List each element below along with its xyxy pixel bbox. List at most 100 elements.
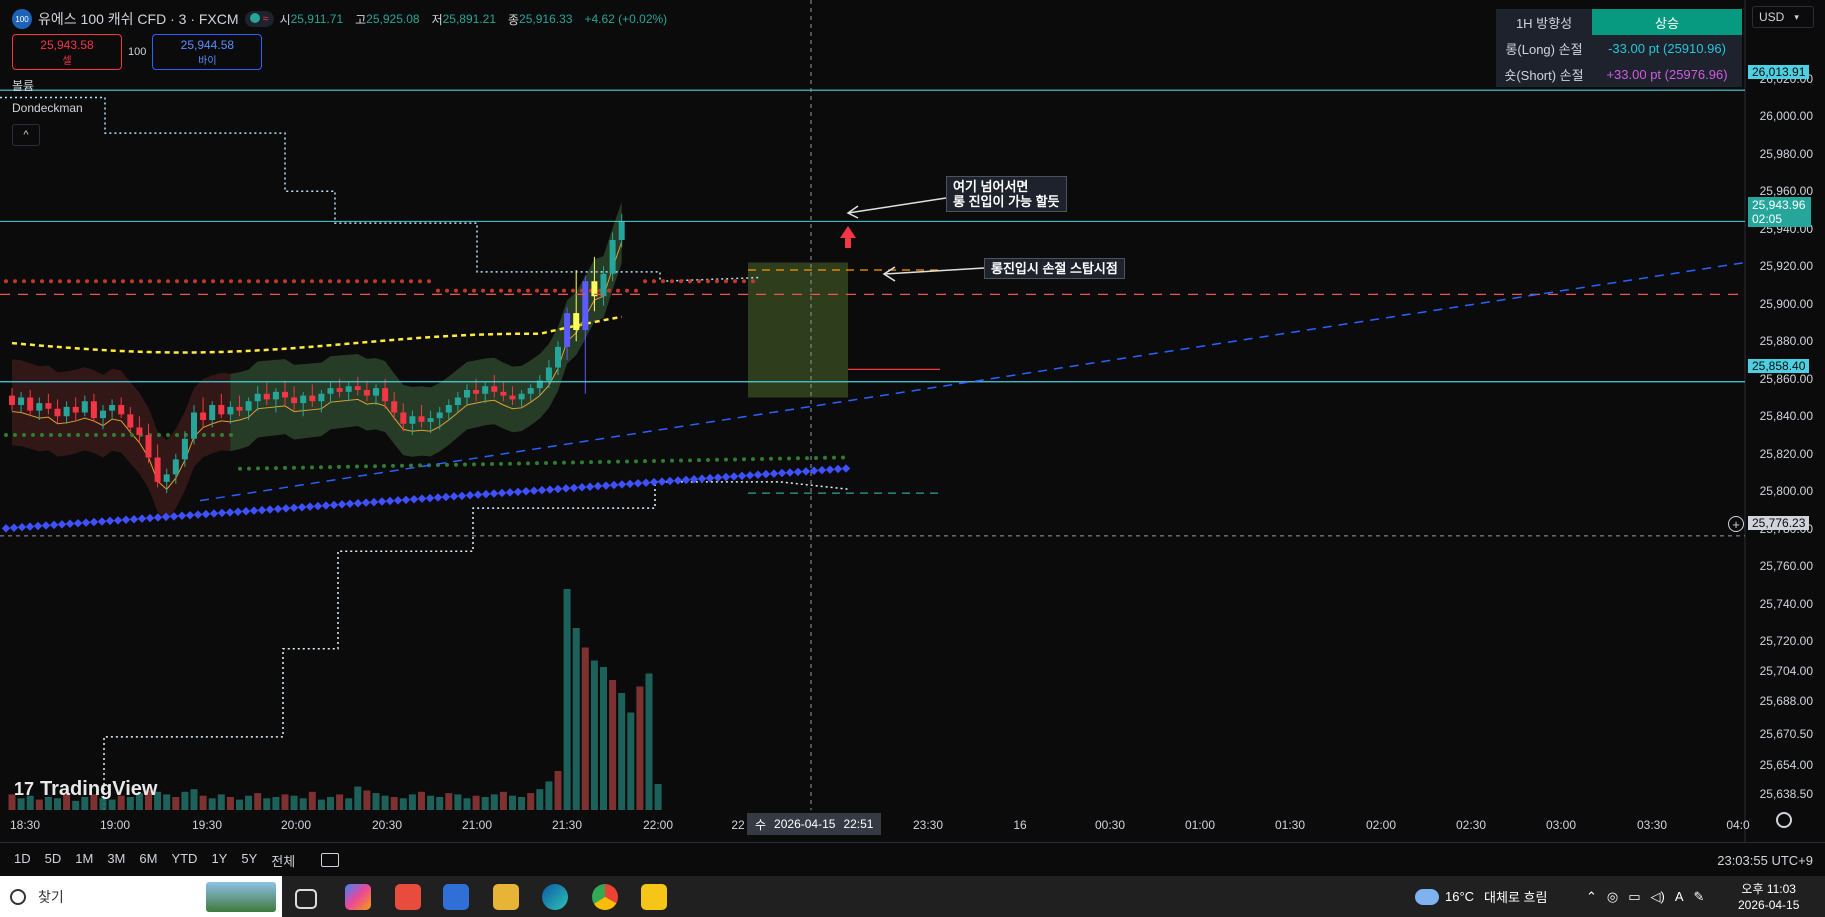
highlight-box bbox=[748, 262, 848, 398]
red-dot bbox=[301, 279, 305, 284]
candle-body bbox=[236, 406, 243, 411]
candle-body bbox=[154, 457, 161, 482]
copilot-icon[interactable] bbox=[345, 884, 371, 910]
annotation-entry-note[interactable]: 여기 넘어서면 롱 진입이 가능 할듯 bbox=[946, 176, 1067, 212]
range-button-5D[interactable]: 5D bbox=[45, 851, 62, 870]
add-alert-icon[interactable]: + bbox=[1728, 516, 1744, 532]
volume-bar bbox=[427, 795, 435, 810]
red-dot bbox=[679, 279, 683, 284]
green-dot bbox=[337, 464, 341, 469]
candle-body bbox=[81, 401, 88, 413]
file-explorer-icon[interactable] bbox=[493, 884, 519, 910]
legend-indicator[interactable]: Dondeckman bbox=[12, 101, 83, 115]
volume-bar bbox=[263, 798, 271, 810]
buy-button[interactable]: 25,944.58 바이 bbox=[152, 34, 263, 70]
green-dot bbox=[418, 463, 422, 468]
pen-icon[interactable]: ✎ bbox=[1694, 889, 1705, 905]
sell-button[interactable]: 25,943.58 셀 bbox=[12, 34, 122, 70]
candle-body bbox=[254, 393, 261, 402]
price-tick-label: 25,760.00 bbox=[1759, 559, 1813, 574]
edge-icon[interactable] bbox=[542, 884, 568, 910]
network-icon[interactable]: ▭ bbox=[1628, 889, 1640, 905]
volume-bar bbox=[290, 795, 298, 810]
direction-header-value: 상승 bbox=[1592, 9, 1742, 35]
candle-body bbox=[327, 388, 334, 394]
sell-label: 셀 bbox=[62, 55, 72, 67]
time-tick-label: 16 bbox=[1013, 818, 1027, 832]
chart-clock[interactable]: 23:03:55 UTC+9 bbox=[1717, 853, 1813, 868]
volume-bar bbox=[609, 680, 617, 810]
red-dot bbox=[742, 279, 746, 284]
range-button-1D[interactable]: 1D bbox=[14, 851, 31, 870]
compare-icon[interactable] bbox=[321, 853, 340, 867]
price-chart[interactable] bbox=[0, 0, 1825, 842]
red-dot bbox=[103, 279, 107, 284]
range-button-1M[interactable]: 1M bbox=[75, 851, 93, 870]
price-label-support: 25,858.40 bbox=[1748, 359, 1810, 373]
volume-bar bbox=[481, 797, 489, 810]
collapse-legend-button[interactable]: ^ bbox=[12, 124, 40, 146]
volume-icon[interactable]: ◁) bbox=[1651, 889, 1665, 905]
weather-widget[interactable]: 16°C 대체로 흐림 bbox=[1415, 876, 1547, 917]
chrome-icon[interactable] bbox=[592, 884, 618, 910]
trade-quantity[interactable]: 100 bbox=[128, 46, 146, 58]
price-tick-label: 25,860.00 bbox=[1759, 371, 1813, 386]
red-dot bbox=[211, 279, 215, 284]
red-dot bbox=[58, 279, 62, 284]
candle-body bbox=[36, 403, 43, 411]
range-button-YTD[interactable]: YTD bbox=[171, 851, 197, 870]
green-dot bbox=[103, 433, 107, 437]
candle-body bbox=[564, 313, 571, 347]
volume-bar bbox=[345, 798, 353, 810]
candle-body bbox=[454, 397, 461, 405]
range-button-1Y[interactable]: 1Y bbox=[211, 851, 227, 870]
range-button-6M[interactable]: 6M bbox=[139, 851, 157, 870]
volume-bar bbox=[563, 589, 571, 810]
red-dot bbox=[373, 279, 377, 284]
market-status-dot[interactable]: ≈ bbox=[244, 11, 274, 27]
price-tick-label: 25,900.00 bbox=[1759, 296, 1813, 311]
green-dot bbox=[256, 466, 260, 471]
onedrive-icon[interactable]: ◎ bbox=[1607, 889, 1618, 905]
volume-bar bbox=[509, 795, 516, 810]
settings-gear-icon[interactable] bbox=[1776, 812, 1792, 828]
range-button-3M[interactable]: 3M bbox=[107, 851, 125, 870]
symbol-header: 100 유에스 100 캐쉬 CFD · 3 · FXCM ≈ 시 25,911.… bbox=[0, 0, 673, 38]
annotation-stop-note[interactable]: 롱진입시 손절 스탑시점 bbox=[984, 258, 1125, 279]
legend-volume[interactable]: 볼륨 bbox=[12, 77, 34, 94]
system-clock[interactable]: 오후 11:03 2026-04-15 bbox=[1738, 876, 1799, 917]
store-icon[interactable] bbox=[443, 884, 469, 910]
green-dot bbox=[814, 455, 818, 460]
time-tick-label: 21:00 bbox=[461, 818, 493, 832]
green-dot bbox=[310, 465, 314, 470]
price-label-current: 25,943.96 02:05 bbox=[1748, 197, 1812, 227]
range-button-전체[interactable]: 전체 bbox=[271, 851, 295, 870]
chevron-up-icon[interactable]: ⌃ bbox=[1586, 889, 1597, 905]
time-tick-label: 03:30 bbox=[1636, 818, 1668, 832]
symbol-title[interactable]: 유에스 100 캐쉬 CFD · 3 · FXCM bbox=[38, 9, 239, 29]
app-red-icon[interactable] bbox=[395, 884, 421, 910]
task-view-icon[interactable] bbox=[295, 889, 317, 909]
ime-indicator[interactable]: A bbox=[1675, 889, 1684, 904]
price-tick-label: 25,654.00 bbox=[1759, 758, 1813, 772]
price-tick-label: 25,670.50 bbox=[1759, 727, 1813, 742]
red-dot bbox=[382, 279, 386, 284]
candle-body bbox=[200, 412, 207, 420]
candle-body bbox=[218, 405, 225, 415]
green-dot bbox=[634, 459, 638, 464]
green-dot bbox=[517, 461, 521, 466]
time-tick-label: 21:30 bbox=[551, 818, 583, 832]
red-dot bbox=[652, 279, 656, 284]
red-dot bbox=[445, 288, 449, 293]
sticky-notes-icon[interactable] bbox=[641, 884, 667, 910]
taskbar-search[interactable]: 찾기 bbox=[0, 876, 282, 917]
volume-bar bbox=[572, 628, 580, 810]
currency-selector[interactable]: USD ▾ bbox=[1752, 6, 1814, 28]
range-button-5Y[interactable]: 5Y bbox=[241, 851, 257, 870]
red-dot bbox=[193, 279, 197, 284]
buy-label: 바이 bbox=[198, 55, 217, 67]
red-dot bbox=[31, 279, 35, 284]
red-dot bbox=[715, 279, 719, 284]
chevron-up-icon: ^ bbox=[23, 129, 29, 141]
time-tick-label: 03:00 bbox=[1545, 818, 1577, 832]
